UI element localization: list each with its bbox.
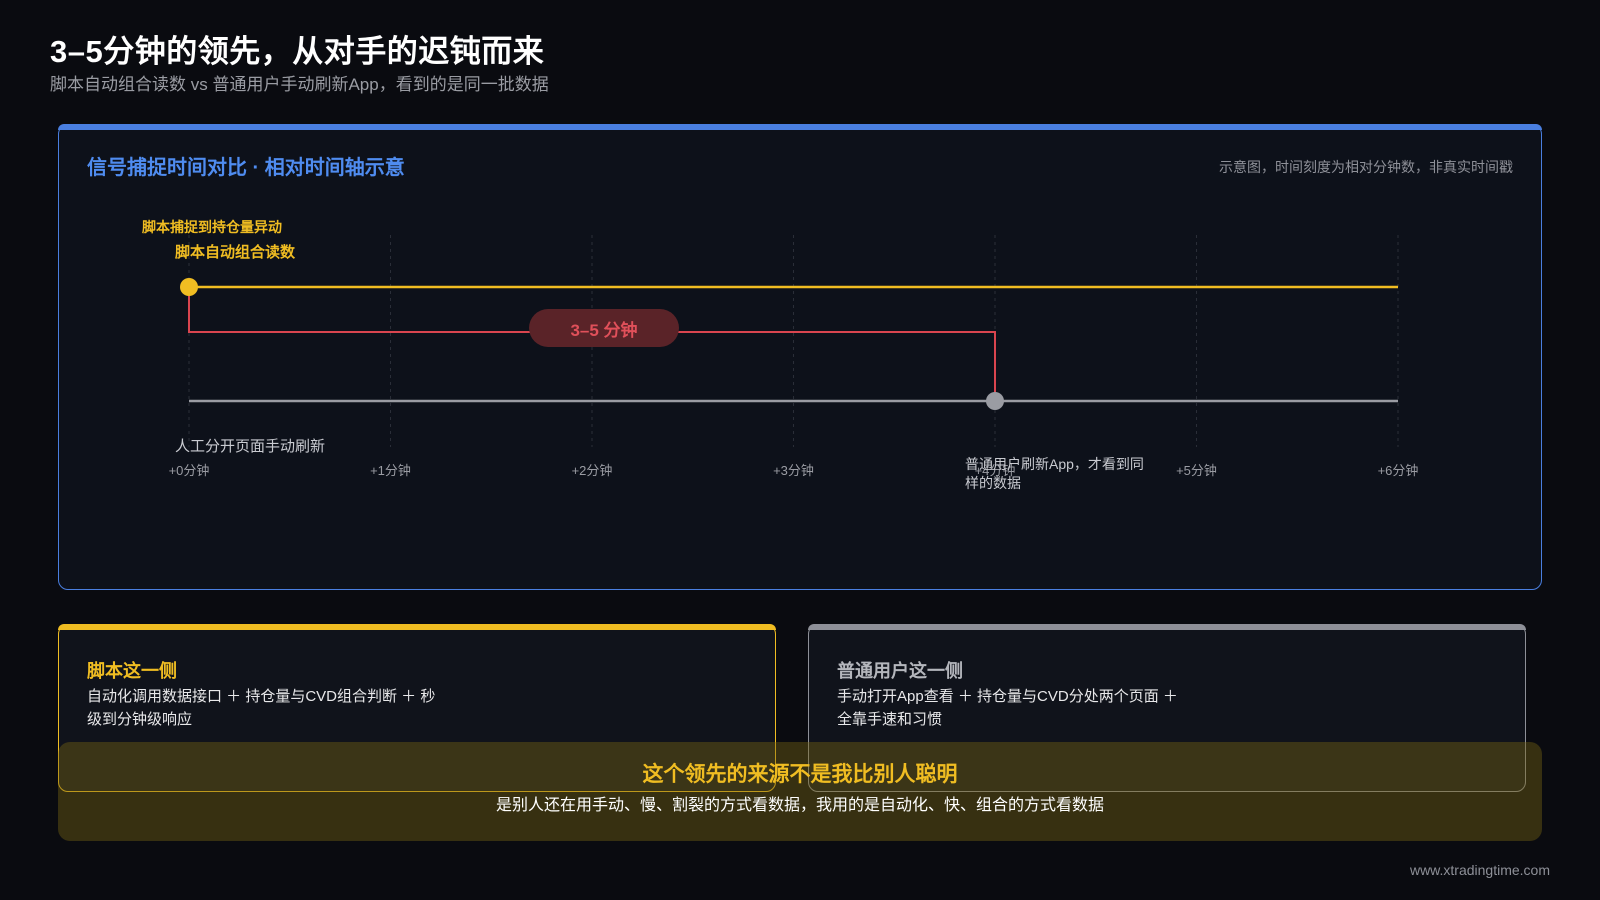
card-accent-bar [808, 624, 1526, 630]
user-side-title: 普通用户这一侧 [837, 661, 963, 681]
tick-label: +0分钟 [169, 463, 210, 478]
gap-badge: 3–5 分钟 [529, 309, 679, 347]
card-accent-bar [58, 624, 776, 630]
user-event-label: 普通用户刷新App，才看到同样的数据 [965, 456, 1144, 491]
tick-label: +6分钟 [1378, 463, 1419, 478]
tick-label: +2分钟 [572, 463, 613, 478]
timeline-panel: 信号捕捉时间对比 · 相对时间轴示意 示意图，时间刻度为相对分钟数，非真实时间戳… [58, 124, 1542, 590]
conclusion-title: 这个领先的来源不是我比别人聪明 [642, 763, 958, 786]
script-event-label: 脚本捕捉到持仓量异动 [142, 219, 282, 235]
tick-label: +5分钟 [1176, 463, 1217, 478]
script-side-body: 自动化调用数据接口 ＋ 持仓量与CVD组合判断 ＋ 秒级到分钟级响应 [87, 688, 436, 728]
conclusion-subtitle: 是别人还在用手动、慢、割裂的方式看数据，我用的是自动化、快、组合的方式看数据 [495, 797, 1104, 814]
manual-line-label: 人工分开页面手动刷新 [175, 438, 326, 455]
timeline-diagram: +0分钟 +1分钟 +2分钟 +3分钟 +4分钟 +5分钟 +6分钟 [169, 235, 1419, 478]
script-event-point [180, 278, 198, 296]
footer-url: www.xtradingtime.com [1409, 862, 1550, 878]
page-title: 3–5分钟的领先，从对手的迟钝而来 [50, 34, 545, 69]
tick-label: +3分钟 [773, 463, 814, 478]
script-side-title: 脚本这一侧 [87, 661, 177, 681]
script-line-label: 脚本自动组合读数 [175, 244, 296, 261]
user-event-point [986, 392, 1004, 410]
tick-label: +1分钟 [370, 463, 411, 478]
user-side-body: 手动打开App查看 ＋ 持仓量与CVD分处两个页面 ＋ 全靠手速和习惯 [837, 688, 1178, 728]
page-subtitle: 脚本自动组合读数 vs 普通用户手动刷新App，看到的是同一批数据 [50, 75, 549, 94]
conclusion-banner: 这个领先的来源不是我比别人聪明 是别人还在用手动、慢、割裂的方式看数据，我用的是… [58, 742, 1542, 841]
